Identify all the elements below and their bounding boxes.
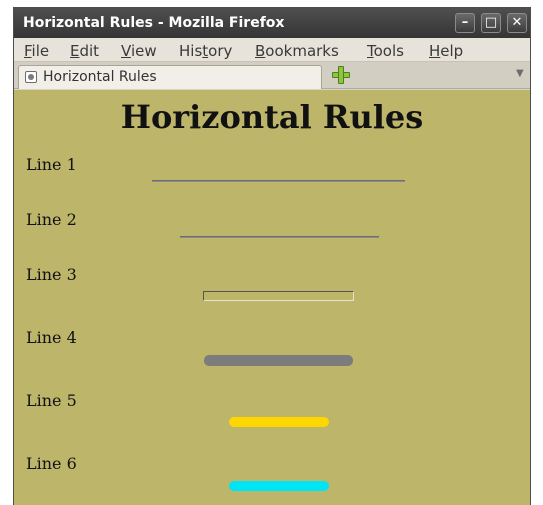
line-5-label: Line 5 — [26, 391, 77, 410]
horizontal-rule-4 — [204, 355, 353, 366]
close-button[interactable]: ✕ — [507, 13, 527, 33]
minimize-button[interactable]: – — [455, 13, 475, 33]
line-6-label: Line 6 — [26, 454, 77, 473]
menu-bar: File Edit View History Bookmarks Tools H… — [14, 38, 530, 62]
menu-view[interactable]: View — [121, 42, 157, 60]
page-icon — [25, 71, 37, 83]
horizontal-rule-3 — [203, 291, 354, 301]
tab-bar: Horizontal Rules ▼ — [14, 62, 530, 89]
line-1-label: Line 1 — [26, 155, 77, 174]
menu-file[interactable]: File — [24, 42, 49, 60]
line-3-label: Line 3 — [26, 265, 77, 284]
window-title: Horizontal Rules - Mozilla Firefox — [23, 15, 285, 31]
menu-bookmarks[interactable]: Bookmarks — [255, 42, 339, 60]
page-title: Horizontal Rules — [120, 98, 424, 136]
maximize-button[interactable]: □ — [481, 13, 501, 33]
line-4-label: Line 4 — [26, 328, 77, 347]
menu-help[interactable]: Help — [429, 42, 463, 60]
tab-title: Horizontal Rules — [43, 69, 157, 85]
menu-history[interactable]: History — [179, 42, 232, 60]
title-bar[interactable]: Horizontal Rules - Mozilla Firefox – □ ✕ — [14, 8, 530, 38]
horizontal-rule-1 — [152, 180, 405, 182]
menu-tools[interactable]: Tools — [367, 42, 404, 60]
tab-list-dropdown-icon[interactable]: ▼ — [516, 68, 524, 79]
line-2-label: Line 2 — [26, 210, 77, 229]
page-content: Horizontal Rules Line 1 Line 2 Line 3 Li… — [14, 90, 530, 505]
menu-edit[interactable]: Edit — [70, 42, 99, 60]
browser-window: Horizontal Rules - Mozilla Firefox – □ ✕… — [13, 7, 531, 505]
new-tab-plus-icon[interactable] — [332, 66, 350, 84]
tab-horizontal-rules[interactable]: Horizontal Rules — [18, 65, 322, 89]
horizontal-rule-5 — [229, 417, 329, 427]
horizontal-rule-2 — [180, 236, 379, 238]
horizontal-rule-6 — [229, 481, 329, 491]
